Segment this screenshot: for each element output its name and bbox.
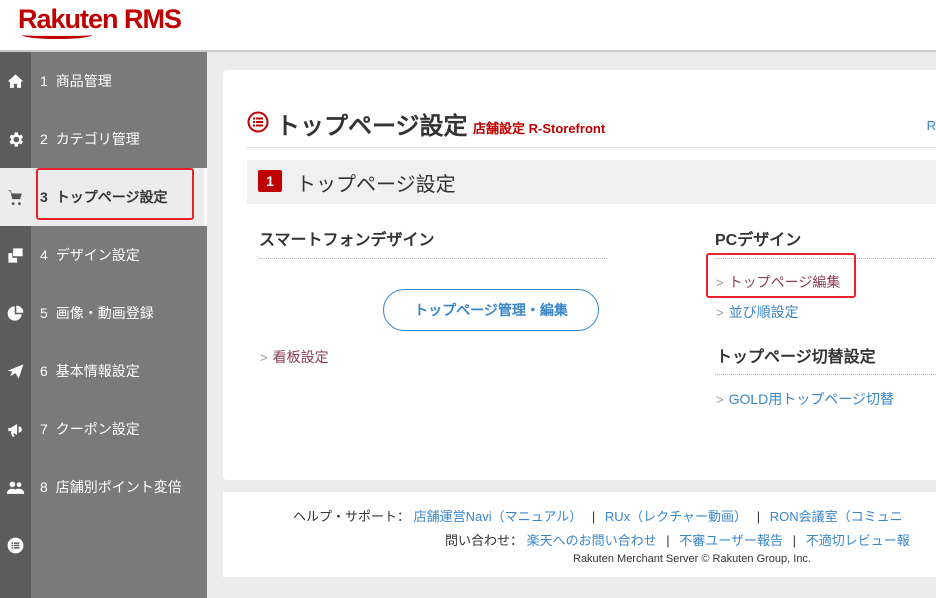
sidebar-item-coupon[interactable]: 7 クーポン設定 xyxy=(31,400,207,458)
contact-label: 問い合わせ： xyxy=(445,533,524,548)
sidebar: 1 商品管理 2 カテゴリ管理 3 トップページ設定 4 デザイン設定 5 画像… xyxy=(31,52,207,598)
header: Rakuten RMS xyxy=(0,0,936,52)
list-circle-icon xyxy=(247,111,269,133)
menu-label: 商品管理 xyxy=(55,73,112,89)
logo-swoosh xyxy=(22,31,92,39)
separator: | xyxy=(756,509,761,524)
section-title: トップページ設定 xyxy=(296,174,456,196)
page-subtitle: 店舗設定 R-Storefront xyxy=(473,121,606,136)
menu-label: デザイン設定 xyxy=(55,247,140,263)
design-icon[interactable] xyxy=(0,226,31,284)
sidebar-item-basic-info[interactable]: 6 基本情報設定 xyxy=(31,342,207,400)
pie-chart-icon[interactable] xyxy=(0,284,31,342)
highlight-box-top-page-edit xyxy=(706,253,856,298)
divider xyxy=(715,374,936,375)
link-label: GOLD用トップページ切替 xyxy=(728,391,894,407)
menu-label: 店舗別ポイント変倍 xyxy=(55,479,182,495)
separator: | xyxy=(591,509,596,524)
menu-number: 4 xyxy=(40,247,48,263)
section-number-badge: 1 xyxy=(258,170,282,192)
paper-plane-icon[interactable] xyxy=(0,342,31,400)
home-icon[interactable] xyxy=(0,52,31,110)
page-title-row: トップページ設定 店舗設定 R-Storefront R xyxy=(247,92,936,148)
menu-number: 6 xyxy=(40,363,48,379)
users-icon[interactable] xyxy=(0,458,31,516)
sidebar-item-points[interactable]: 8 店舗別ポイント変倍 xyxy=(31,458,207,516)
chevron-right-icon: > xyxy=(260,350,268,365)
help-support-row: ヘルプ・サポート： 店舗運営Navi（マニュアル） | RUx（レクチャー動画）… xyxy=(293,506,903,525)
sidebar-item-product[interactable]: 1 商品管理 xyxy=(31,52,207,110)
menu-label: 画像・動画登録 xyxy=(55,305,154,321)
link-label: 看板設定 xyxy=(272,349,329,365)
megaphone-icon[interactable] xyxy=(0,400,31,458)
signboard-settings-link[interactable]: > 看板設定 xyxy=(260,347,329,367)
separator: | xyxy=(792,533,797,548)
sort-order-link[interactable]: > 並び順設定 xyxy=(716,302,799,322)
contact-row: 問い合わせ： 楽天へのお問い合わせ | 不審ユーザー報告 | 不適切レビュー報 xyxy=(445,530,910,549)
menu-number: 7 xyxy=(40,421,48,437)
chevron-right-icon: > xyxy=(716,305,724,320)
footer-link-contact-rakuten[interactable]: 楽天へのお問い合わせ xyxy=(527,533,657,548)
menu-label: クーポン設定 xyxy=(55,421,140,437)
sidebar-item-media[interactable]: 5 画像・動画登録 xyxy=(31,284,207,342)
footer-link-suspicious-user[interactable]: 不審ユーザー報告 xyxy=(679,533,783,548)
help-label: ヘルプ・サポート： xyxy=(293,509,411,524)
top-page-switch-title: トップページ切替設定 xyxy=(716,349,876,366)
footer-link-inappropriate-review[interactable]: 不適切レビュー報 xyxy=(806,533,910,548)
gear-icon[interactable] xyxy=(0,110,31,168)
title-right-link[interactable]: R xyxy=(927,118,936,133)
section-header: 1 トップページ設定 xyxy=(247,160,936,204)
cart-icon[interactable] xyxy=(0,168,31,226)
smartphone-design-title: スマートフォンデザイン xyxy=(259,232,435,249)
main-content: トップページ設定 店舗設定 R-Storefront R 1 トップページ設定 … xyxy=(207,52,936,598)
pc-design-title: PCデザイン xyxy=(715,232,802,249)
footer: ヘルプ・サポート： 店舗運営Navi（マニュアル） | RUx（レクチャー動画）… xyxy=(223,492,936,577)
list-icon[interactable] xyxy=(0,516,31,574)
separator: | xyxy=(666,533,670,548)
sidebar-item-design[interactable]: 4 デザイン設定 xyxy=(31,226,207,284)
menu-number: 8 xyxy=(40,479,48,495)
sidebar-item-category[interactable]: 2 カテゴリ管理 xyxy=(31,110,207,168)
footer-link-rux[interactable]: RUx（レクチャー動画） xyxy=(605,509,747,524)
divider xyxy=(259,258,607,259)
menu-number: 1 xyxy=(40,73,48,89)
footer-link-ron[interactable]: RON会議室（コミュニ xyxy=(770,509,903,524)
top-page-manage-edit-button[interactable]: トップページ管理・編集 xyxy=(383,289,599,331)
menu-label: 基本情報設定 xyxy=(55,363,140,379)
menu-number: 2 xyxy=(40,131,48,147)
copyright: Rakuten Merchant Server © Rakuten Group,… xyxy=(573,553,811,565)
menu-number: 5 xyxy=(40,305,48,321)
gold-top-page-switch-link[interactable]: > GOLD用トップページ切替 xyxy=(716,389,894,409)
footer-link-navi-manual[interactable]: 店舗運営Navi（マニュアル） xyxy=(414,509,583,524)
chevron-right-icon: > xyxy=(716,392,724,407)
icon-rail xyxy=(0,52,31,598)
menu-label: カテゴリ管理 xyxy=(55,131,140,147)
page-title: トップページ設定 xyxy=(276,113,468,140)
link-label: 並び順設定 xyxy=(728,304,799,320)
highlight-box-sidebar xyxy=(36,168,194,220)
